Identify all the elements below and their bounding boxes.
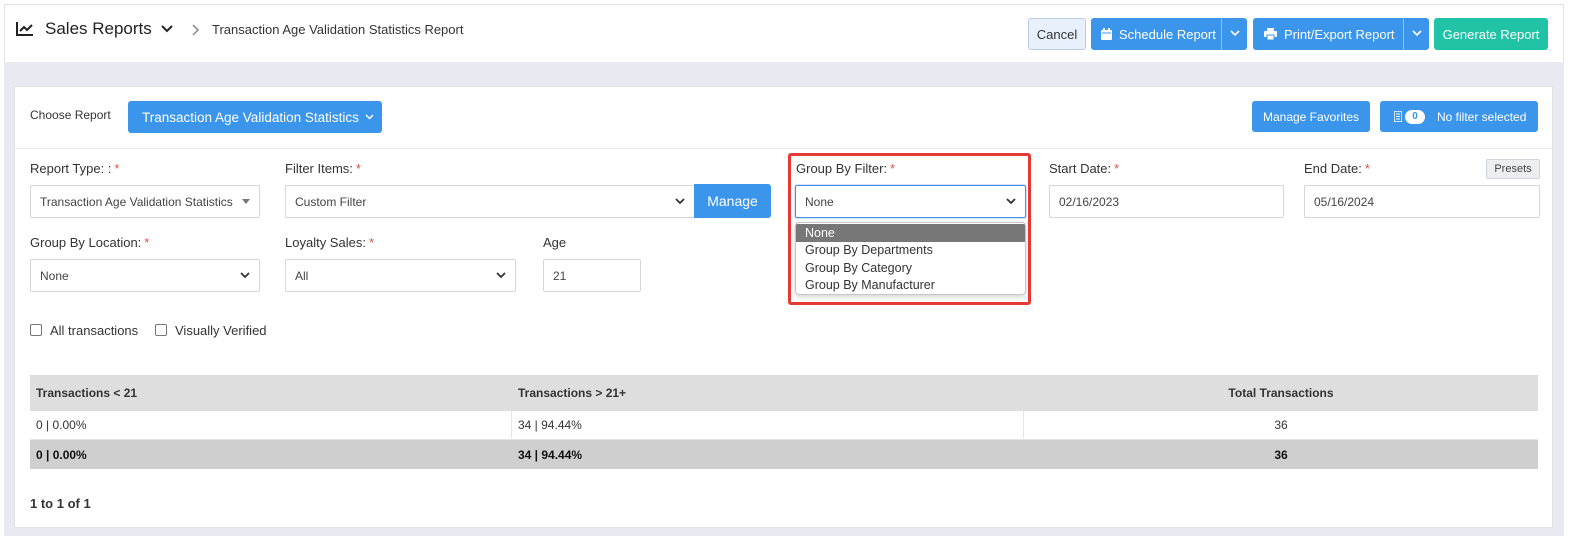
group-by-location-label: Group By Location: * [30, 235, 149, 250]
loyalty-sales-select[interactable]: All [285, 259, 516, 292]
chevron-down-icon [675, 198, 685, 205]
filter-status-label: No filter selected [1437, 109, 1527, 124]
required-mark: * [355, 161, 361, 176]
filter-items-value: Custom Filter [295, 194, 367, 209]
line-chart-icon [16, 22, 33, 36]
chevron-right-icon [192, 24, 200, 36]
total-over-21: 34 | 94.44% [518, 447, 583, 462]
group-by-location-value: None [40, 268, 69, 283]
required-mark: * [1114, 161, 1120, 176]
split-divider [1221, 18, 1222, 50]
header-transactions-under-21[interactable]: Transactions < 21 [30, 375, 512, 411]
group-by-location-select[interactable]: None [30, 259, 260, 292]
report-type-value: Transaction Age Validation Statistics [40, 194, 233, 209]
age-value: 21 [553, 268, 567, 283]
end-date-label: End Date: * [1304, 161, 1370, 176]
presets-button[interactable]: Presets [1486, 159, 1540, 179]
generate-report-button[interactable]: Generate Report [1434, 18, 1548, 50]
results-table: Transactions < 21 Transactions > 21+ Tot… [30, 375, 1538, 469]
required-mark: * [368, 235, 374, 250]
schedule-report-label: Schedule Report [1119, 26, 1216, 42]
total-under-21: 0 | 0.00% [36, 447, 87, 462]
required-mark: * [1364, 161, 1370, 176]
split-divider [1403, 18, 1404, 50]
required-mark: * [144, 235, 150, 250]
breadcrumb-current: Transaction Age Validation Statistics Re… [212, 22, 464, 37]
cell-total: 36 [1274, 418, 1288, 432]
chevron-down-icon [496, 272, 506, 279]
start-date-value: 02/16/2023 [1059, 194, 1120, 209]
visually-verified-label[interactable]: Visually Verified [175, 323, 267, 338]
end-date-input[interactable]: 05/16/2024 [1304, 185, 1540, 218]
cell-over-21: 34 | 94.44% [512, 411, 1024, 439]
chevron-down-icon[interactable] [160, 24, 174, 34]
section-divider [15, 148, 1552, 149]
table-header-row: Transactions < 21 Transactions > 21+ Tot… [30, 375, 1538, 411]
manage-favorites-label: Manage Favorites [1262, 109, 1360, 124]
print-export-button[interactable]: Print/Export Report [1253, 18, 1429, 50]
pagination-summary: 1 to 1 of 1 [30, 496, 91, 511]
generate-report-label: Generate Report [1442, 26, 1540, 42]
loyalty-sales-label: Loyalty Sales: * [285, 235, 374, 250]
calendar-icon [1101, 28, 1112, 40]
end-date-label-text: End Date: [1304, 161, 1362, 176]
filter-items-label-text: Filter Items: [285, 161, 353, 176]
report-type-label: Report Type: : * [30, 161, 119, 176]
end-date-value: 05/16/2024 [1314, 194, 1375, 209]
table-row: 0 | 0.00% 34 | 94.44% 36 [30, 411, 1538, 440]
age-input[interactable]: 21 [543, 259, 641, 292]
header-transactions-over-21[interactable]: Transactions > 21+ [512, 375, 1024, 411]
loyalty-sales-value: All [295, 268, 309, 283]
visually-verified-checkbox[interactable] [155, 324, 167, 336]
age-label: Age [543, 235, 567, 250]
header-separator-strip [4, 62, 1564, 86]
choose-report-value: Transaction Age Validation Statistics [142, 109, 359, 125]
filter-selection-button[interactable]: 0 No filter selected [1380, 101, 1538, 132]
manage-filter-button[interactable]: Manage [694, 184, 771, 218]
print-export-label: Print/Export Report [1284, 26, 1395, 42]
start-date-label: Start Date: * [1049, 161, 1119, 176]
choose-report-label: Choose Report [30, 108, 111, 122]
filter-items-label: Filter Items: * [285, 161, 361, 176]
table-total-row: 0 | 0.00% 34 | 94.44% 36 [30, 440, 1538, 469]
required-mark: * [114, 161, 120, 176]
manage-favorites-button[interactable]: Manage Favorites [1252, 101, 1370, 132]
schedule-report-button[interactable]: Schedule Report [1091, 18, 1247, 50]
cell-under-21: 0 | 0.00% [30, 411, 512, 439]
filter-count-badge: 0 [1405, 109, 1425, 124]
chevron-down-icon [365, 114, 374, 120]
start-date-input[interactable]: 02/16/2023 [1049, 185, 1284, 218]
loyalty-sales-label-text: Loyalty Sales: [285, 235, 366, 250]
chevron-down-icon[interactable] [1412, 30, 1422, 37]
start-date-label-text: Start Date: [1049, 161, 1112, 176]
filter-items-select[interactable]: Custom Filter [285, 185, 695, 218]
cancel-button[interactable]: Cancel [1028, 18, 1086, 50]
chevron-down-icon [240, 272, 250, 279]
caret-down-icon [242, 199, 250, 204]
choose-report-dropdown[interactable]: Transaction Age Validation Statistics [128, 101, 382, 133]
app-title[interactable]: Sales Reports [45, 19, 152, 39]
filter-list-icon [1394, 111, 1402, 122]
all-transactions-checkbox[interactable] [30, 324, 42, 336]
total-transactions: 36 [1274, 447, 1288, 462]
report-type-select[interactable]: Transaction Age Validation Statistics [30, 185, 260, 218]
highlight-annotation [788, 153, 1031, 305]
chevron-down-icon[interactable] [1230, 30, 1240, 37]
printer-icon [1264, 28, 1277, 40]
cancel-label: Cancel [1036, 26, 1078, 42]
report-type-label-text: Report Type: : [30, 161, 112, 176]
all-transactions-label[interactable]: All transactions [50, 323, 138, 338]
header-total-transactions[interactable]: Total Transactions [1024, 375, 1538, 411]
group-by-location-label-text: Group By Location: [30, 235, 142, 250]
